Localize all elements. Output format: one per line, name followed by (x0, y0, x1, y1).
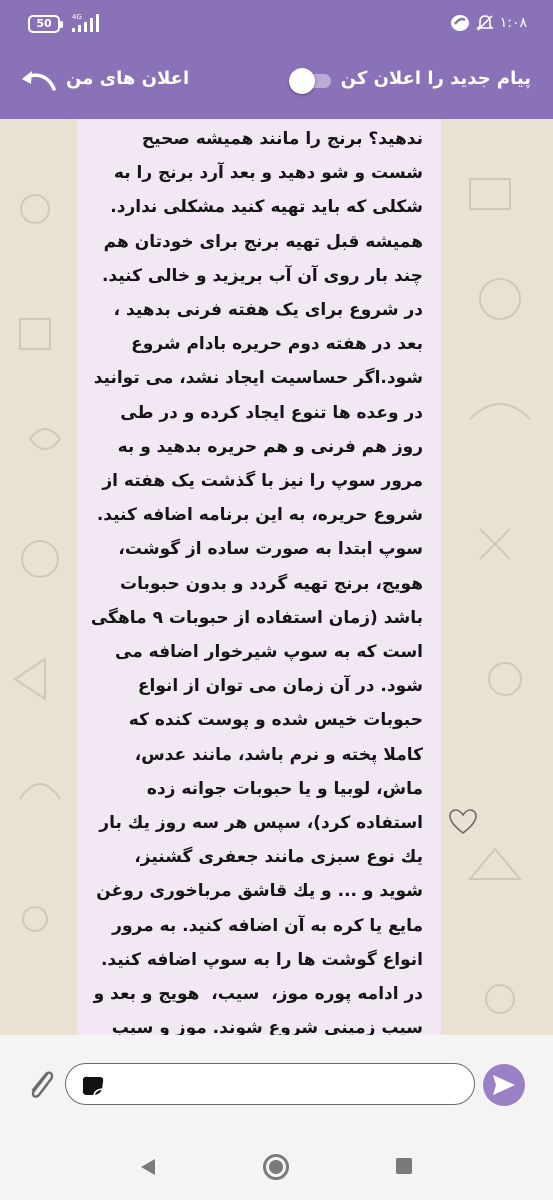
nav-recents-icon[interactable] (396, 1158, 412, 1174)
notify-toggle[interactable] (289, 67, 333, 94)
sticker-icon[interactable] (80, 1075, 106, 1097)
nav-home-icon[interactable] (263, 1154, 289, 1180)
toggle-thumb (289, 68, 315, 94)
send-button[interactable] (483, 1064, 525, 1106)
app-notification-icon (450, 15, 469, 31)
battery-icon: 50 (28, 15, 63, 33)
message-bubble[interactable]: ندهید؟ برنج را مانند همیشه صحیح شست و شو… (77, 119, 441, 1035)
message-input-box[interactable] (65, 1063, 475, 1105)
clock: ۱:۰۸ (499, 15, 527, 31)
nav-back-icon[interactable] (139, 1157, 157, 1177)
page-title: اعلان های من (66, 68, 190, 89)
paperclip-icon[interactable] (25, 1064, 57, 1104)
app-header: اعلان های من پیام جدید را اعلان کن (0, 40, 553, 119)
notify-toggle-label: پیام جدید را اعلان کن (340, 68, 531, 89)
message-text: ندهید؟ برنج را مانند همیشه صحیح شست و شو… (90, 129, 423, 1035)
message-input[interactable] (112, 1070, 462, 1098)
status-bar: 50 4G ۱:۰۸ (0, 0, 553, 40)
mute-bell-icon (475, 15, 494, 31)
chat-area[interactable]: ندهید؟ برنج را مانند همیشه صحیح شست و شو… (0, 119, 553, 1035)
signal-icon (72, 14, 99, 32)
send-icon (493, 1075, 515, 1095)
system-nav-bar (0, 1133, 553, 1200)
heart-icon[interactable] (448, 807, 478, 837)
back-arrow-icon[interactable] (18, 67, 58, 93)
message-composer (0, 1035, 553, 1133)
